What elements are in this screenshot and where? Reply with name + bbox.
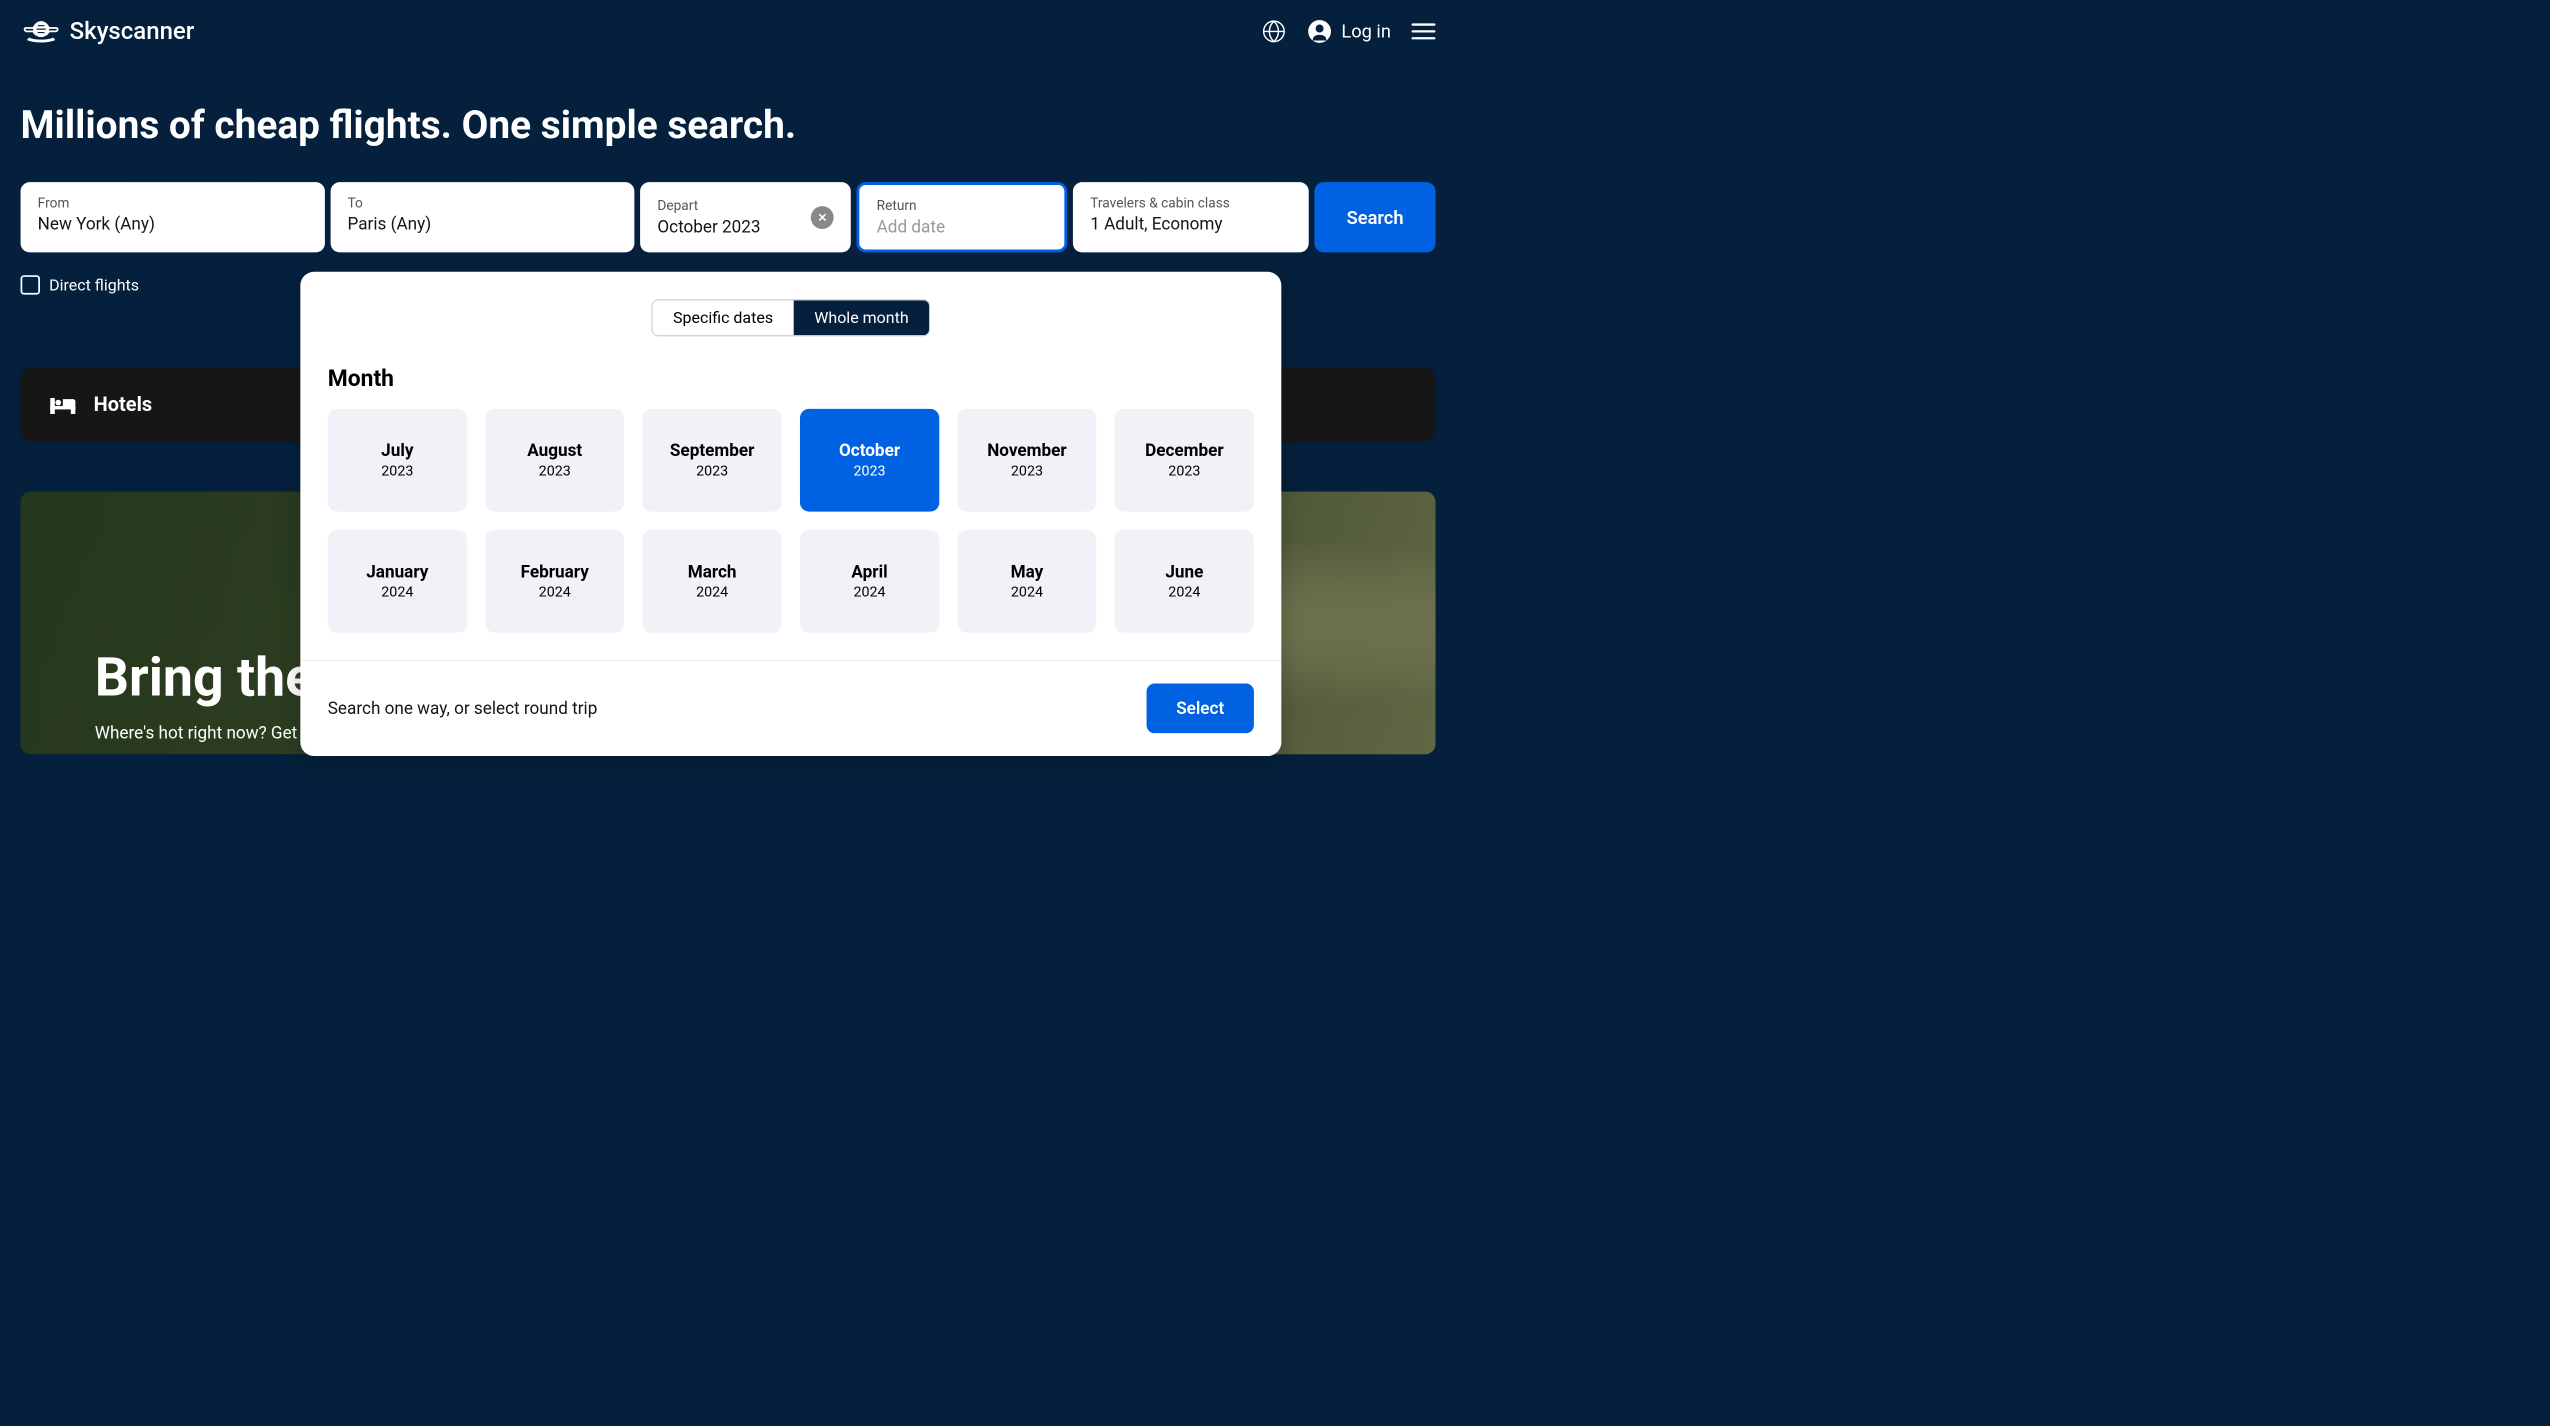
select-button[interactable]: Select <box>1146 683 1253 733</box>
return-field[interactable]: Return Add date <box>857 182 1068 252</box>
month-option[interactable]: March 2024 <box>643 530 782 633</box>
from-label: From <box>38 195 308 211</box>
skyscanner-logo-icon <box>21 17 62 44</box>
month-name: February <box>497 562 613 582</box>
month-option[interactable]: January 2024 <box>328 530 467 633</box>
month-option[interactable]: July 2023 <box>328 409 467 512</box>
month-option[interactable]: November 2023 <box>957 409 1096 512</box>
month-option[interactable]: April 2024 <box>800 530 939 633</box>
footer-hint: Search one way, or select round trip <box>328 698 598 718</box>
month-name: September <box>654 441 770 461</box>
datepicker-footer: Search one way, or select round trip Sel… <box>300 660 1281 756</box>
return-placeholder: Add date <box>877 217 1048 237</box>
depart-value: October 2023 <box>657 217 760 237</box>
month-year: 2023 <box>1126 463 1242 480</box>
direct-flights-checkbox[interactable] <box>21 275 40 294</box>
month-option[interactable]: June 2024 <box>1115 530 1254 633</box>
month-year: 2024 <box>811 584 927 601</box>
promo-title: Bring the <box>95 646 314 709</box>
month-year: 2024 <box>339 584 455 601</box>
month-option[interactable]: August 2023 <box>485 409 624 512</box>
return-label: Return <box>877 198 1048 214</box>
month-section-title: Month <box>300 353 1281 408</box>
month-grid: July 2023 August 2023 September 2023 October 20… <box>300 409 1281 660</box>
month-name: March <box>654 562 770 582</box>
month-name: December <box>1126 441 1242 461</box>
clear-depart-icon[interactable] <box>811 206 834 229</box>
month-option[interactable]: October 2023 <box>800 409 939 512</box>
month-year: 2023 <box>811 463 927 480</box>
to-field[interactable]: To Paris (Any) <box>330 182 634 252</box>
month-name: June <box>1126 562 1242 582</box>
from-field[interactable]: From New York (Any) <box>21 182 325 252</box>
month-year: 2023 <box>654 463 770 480</box>
month-year: 2024 <box>654 584 770 601</box>
travelers-field[interactable]: Travelers & cabin class 1 Adult, Economy <box>1073 182 1309 252</box>
header-actions: Log in <box>1261 19 1435 44</box>
brand-name: Skyscanner <box>70 17 195 45</box>
tab-whole-month[interactable]: Whole month <box>794 300 930 335</box>
month-year: 2023 <box>339 463 455 480</box>
month-name: May <box>969 562 1085 582</box>
month-option[interactable]: September 2023 <box>643 409 782 512</box>
depart-field[interactable]: Depart October 2023 <box>640 182 851 252</box>
datepicker-popup: Specific dates Whole month Month July 202… <box>300 272 1281 756</box>
date-mode-tabs: Specific dates Whole month <box>300 272 1281 354</box>
search-form: From New York (Any) To Paris (Any) Depar… <box>0 182 1456 264</box>
month-option[interactable]: May 2024 <box>957 530 1096 633</box>
globe-icon[interactable] <box>1261 19 1286 44</box>
month-year: 2024 <box>497 584 613 601</box>
month-name: July <box>339 441 455 461</box>
month-option[interactable]: December 2023 <box>1115 409 1254 512</box>
month-name: October <box>811 441 927 461</box>
user-icon <box>1307 19 1332 44</box>
month-name: January <box>339 562 455 582</box>
menu-icon[interactable] <box>1412 23 1436 39</box>
page-title: Millions of cheap flights. One simple se… <box>0 62 1456 182</box>
month-year: 2024 <box>1126 584 1242 601</box>
depart-label: Depart <box>657 198 760 214</box>
logo[interactable]: Skyscanner <box>21 17 195 45</box>
month-name: April <box>811 562 927 582</box>
login-button[interactable]: Log in <box>1307 19 1391 44</box>
to-label: To <box>348 195 618 211</box>
month-year: 2023 <box>497 463 613 480</box>
to-value: Paris (Any) <box>348 214 618 234</box>
login-label: Log in <box>1341 20 1391 42</box>
bed-icon <box>49 394 76 415</box>
header: Skyscanner Log in <box>0 0 1456 62</box>
month-option[interactable]: February 2024 <box>485 530 624 633</box>
search-button[interactable]: Search <box>1315 182 1436 252</box>
direct-flights-label: Direct flights <box>49 276 139 295</box>
month-year: 2024 <box>969 584 1085 601</box>
hotels-label: Hotels <box>94 393 153 416</box>
from-value: New York (Any) <box>38 214 308 234</box>
travelers-value: 1 Adult, Economy <box>1090 214 1292 234</box>
month-year: 2023 <box>969 463 1085 480</box>
travelers-label: Travelers & cabin class <box>1090 195 1292 211</box>
month-name: November <box>969 441 1085 461</box>
month-name: August <box>497 441 613 461</box>
tab-specific-dates[interactable]: Specific dates <box>652 300 793 335</box>
